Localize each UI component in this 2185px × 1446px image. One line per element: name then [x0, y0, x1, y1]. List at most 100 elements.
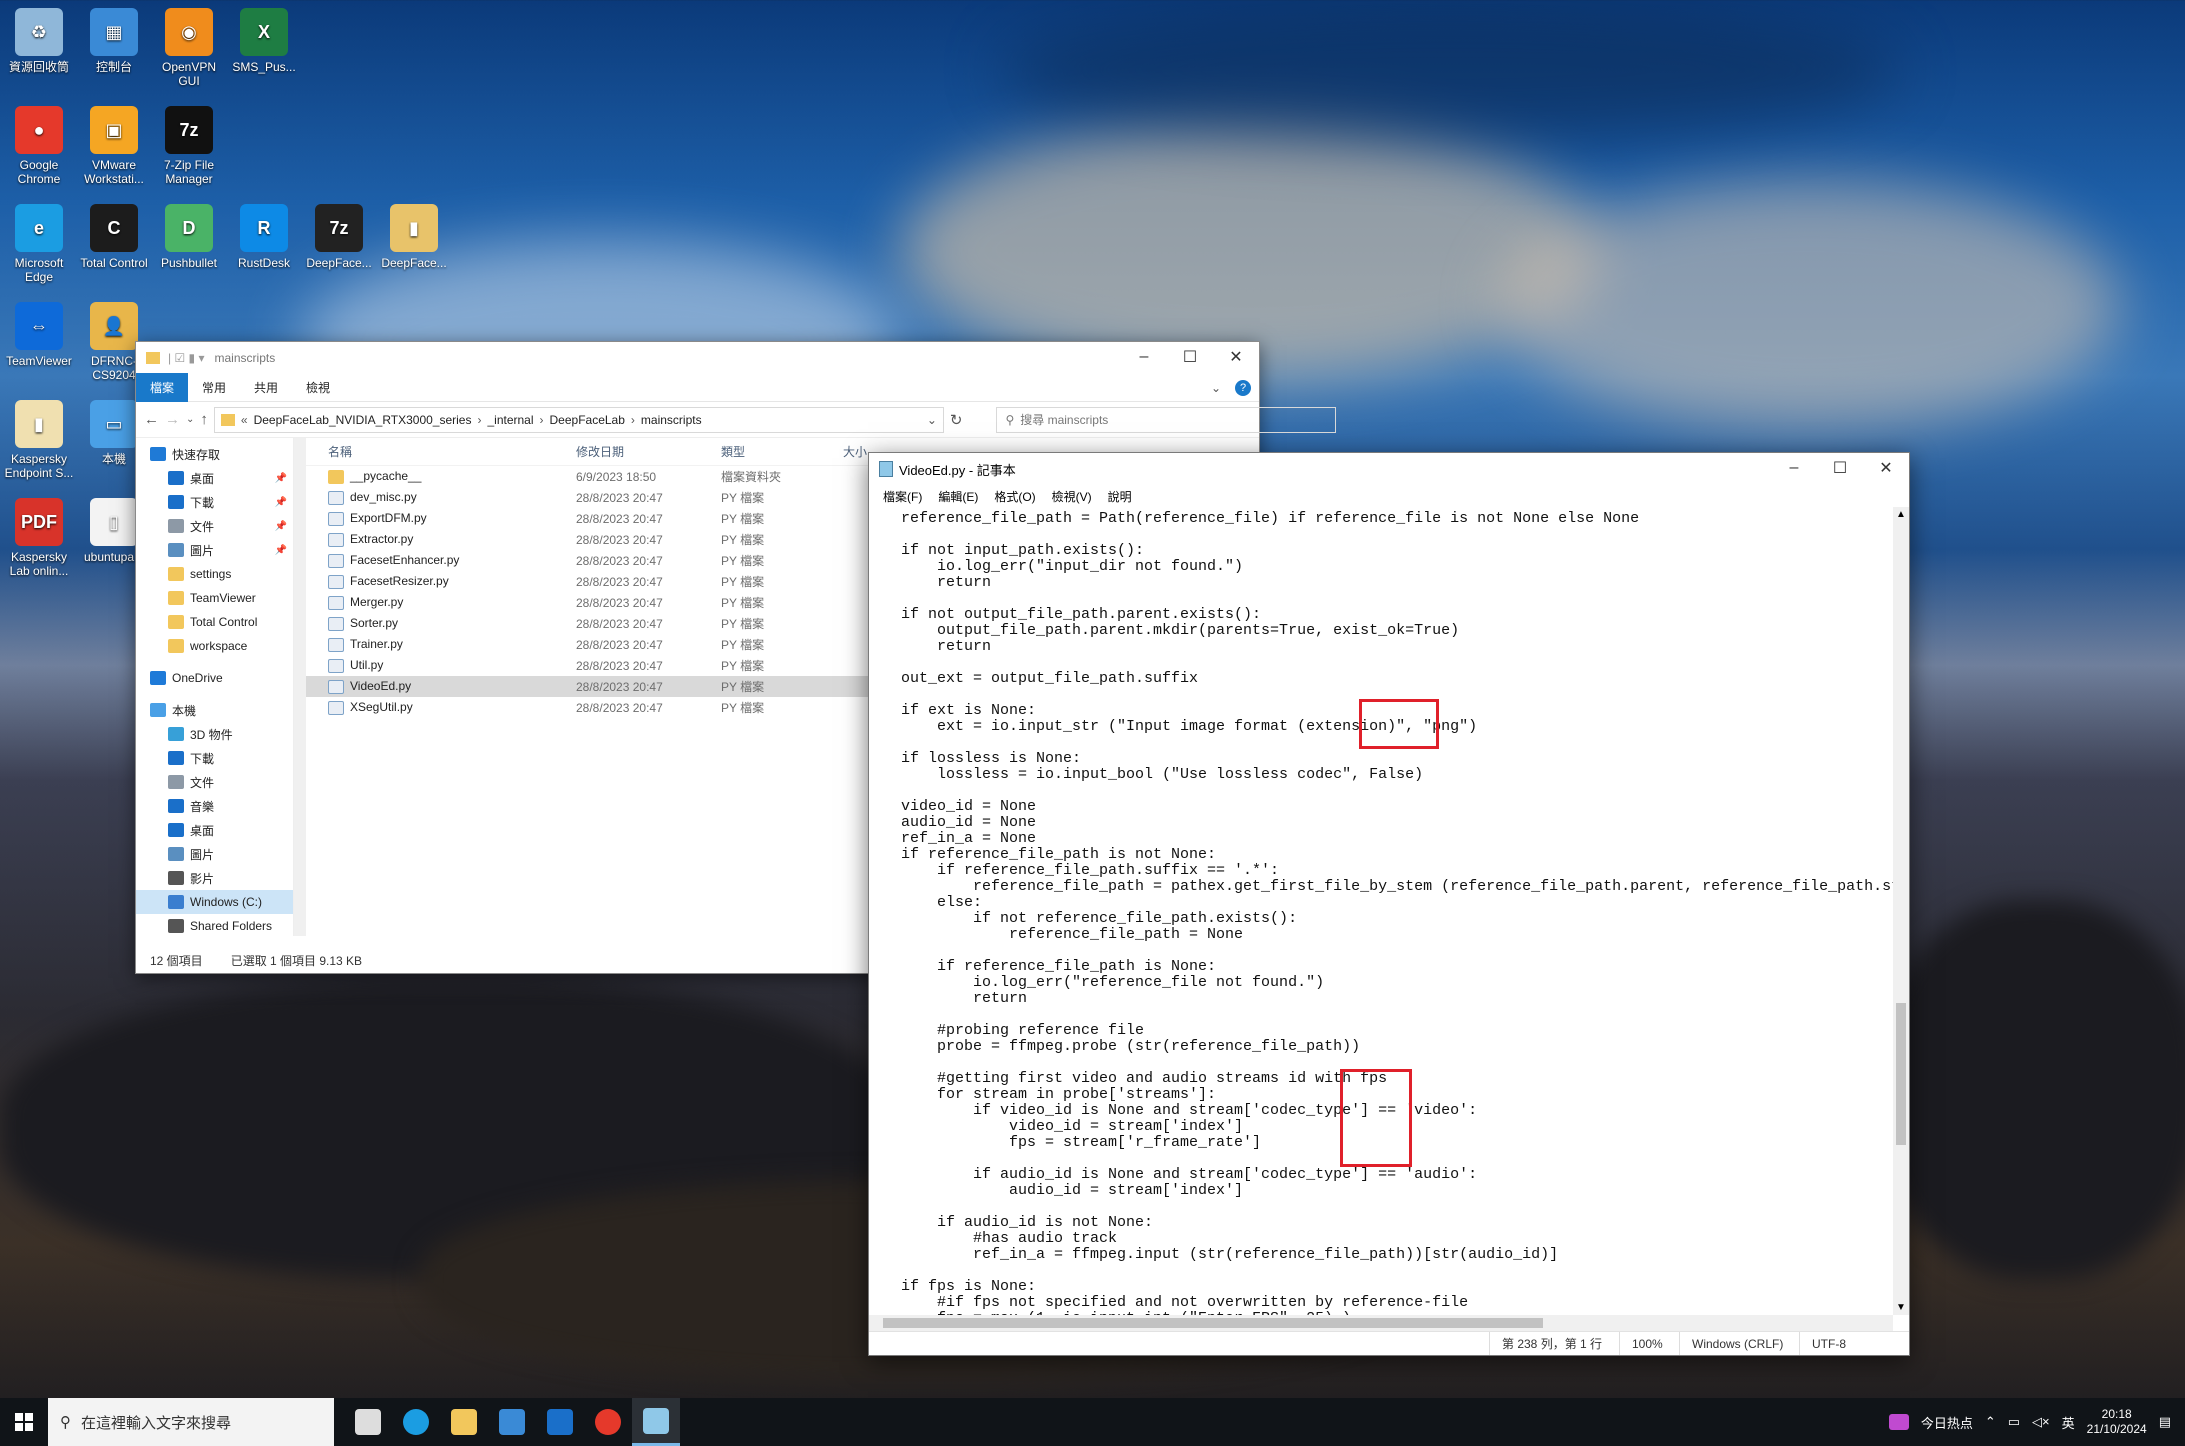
- menu-view[interactable]: 檢視(V): [1044, 488, 1100, 505]
- column-header-name[interactable]: 名稱: [306, 443, 568, 460]
- desktop-icon-kaspersky-lab-onlin[interactable]: PDF Kaspersky Lab onlin...: [2, 498, 76, 578]
- desktop-icon-vmware-workstati[interactable]: ▣ VMware Workstati...: [77, 106, 151, 186]
- news-widget-label[interactable]: 今日热点: [1921, 1413, 1973, 1432]
- breadcrumb-item[interactable]: mainscripts: [641, 413, 702, 427]
- nav-item[interactable]: OneDrive: [136, 666, 293, 690]
- chevron-right-icon[interactable]: ›: [540, 413, 544, 427]
- taskbar-mail[interactable]: [536, 1398, 584, 1446]
- ime-indicator[interactable]: 英: [2062, 1413, 2075, 1432]
- nav-item[interactable]: 文件 📌: [136, 514, 293, 538]
- nav-item[interactable]: 3D 物件: [136, 722, 293, 746]
- desktop-icon-rustdesk[interactable]: R RustDesk: [227, 204, 301, 270]
- taskbar-edge[interactable]: [392, 1398, 440, 1446]
- menu-file[interactable]: 檔案(F): [875, 488, 930, 505]
- vertical-scrollbar[interactable]: ▲ ▼: [1893, 507, 1909, 1315]
- desktop-icon-sms-pus[interactable]: X SMS_Pus...: [227, 8, 301, 74]
- desktop-icon-item[interactable]: ♻ 資源回收筒: [2, 8, 76, 74]
- close-button[interactable]: ✕: [1863, 453, 1909, 483]
- pin-icon[interactable]: 📌: [275, 473, 287, 484]
- desktop-icon-item[interactable]: ▦ 控制台: [77, 8, 151, 74]
- desktop-icon-google-chrome[interactable]: ● Google Chrome: [2, 106, 76, 186]
- address-bar[interactable]: « DeepFaceLab_NVIDIA_RTX3000_series › _i…: [213, 406, 944, 433]
- navigation-scrollbar[interactable]: [294, 438, 306, 936]
- chevron-up-icon[interactable]: ⌃: [1985, 1414, 1996, 1430]
- desktop-icon-kaspersky-endpoint-s[interactable]: ▮ Kaspersky Endpoint S...: [2, 400, 76, 480]
- desktop-icon-total-control[interactable]: C Total Control: [77, 204, 151, 270]
- nav-item[interactable]: 音樂: [136, 794, 293, 818]
- horizontal-scroll-thumb[interactable]: [883, 1318, 1543, 1328]
- text-editor[interactable]: reference_file_path = Path(reference_fil…: [869, 507, 1893, 1316]
- ribbon-tab-share[interactable]: 共用: [240, 373, 292, 402]
- vertical-scroll-thumb[interactable]: [1896, 1003, 1906, 1145]
- explorer-titlebar[interactable]: | ☑ ▮ ▾ mainscripts – ☐ ✕: [136, 342, 1259, 374]
- desktop-icon-teamviewer[interactable]: ⇔ TeamViewer: [2, 302, 76, 368]
- taskbar-file-explorer[interactable]: [440, 1398, 488, 1446]
- address-dropdown-icon[interactable]: ⌄: [927, 413, 937, 427]
- breadcrumb-overflow-icon[interactable]: «: [241, 413, 248, 427]
- ribbon-tab-home[interactable]: 常用: [188, 373, 240, 402]
- breadcrumb-item[interactable]: DeepFaceLab_NVIDIA_RTX3000_series: [254, 413, 472, 427]
- nav-item[interactable]: settings: [136, 562, 293, 586]
- horizontal-scrollbar[interactable]: [869, 1315, 1893, 1331]
- taskbar-chrome[interactable]: [584, 1398, 632, 1446]
- desktop-icon-microsoft-edge[interactable]: e Microsoft Edge: [2, 204, 76, 284]
- forward-arrow-icon[interactable]: →: [165, 411, 180, 428]
- nav-item[interactable]: 文件: [136, 770, 293, 794]
- breadcrumb-item[interactable]: _internal: [487, 413, 533, 427]
- scroll-down-icon[interactable]: ▼: [1896, 1302, 1906, 1313]
- pin-icon[interactable]: 📌: [275, 497, 287, 508]
- breadcrumb-item[interactable]: DeepFaceLab: [550, 413, 625, 427]
- network-icon[interactable]: ▭: [2008, 1414, 2020, 1430]
- nav-item[interactable]: 下載: [136, 746, 293, 770]
- notepad-titlebar[interactable]: VideoEd.py - 記事本 – ☐ ✕: [869, 453, 1909, 485]
- scroll-up-icon[interactable]: ▲: [1896, 509, 1906, 520]
- desktop-icon-pushbullet[interactable]: D Pushbullet: [152, 204, 226, 270]
- taskbar-store[interactable]: [488, 1398, 536, 1446]
- start-button[interactable]: [0, 1398, 48, 1446]
- up-arrow-icon[interactable]: ↑: [200, 411, 208, 428]
- desktop-icon-deepface[interactable]: ▮ DeepFace...: [377, 204, 451, 270]
- pin-icon[interactable]: 📌: [275, 521, 287, 532]
- ribbon-expand-icon[interactable]: ⌄: [1197, 375, 1235, 401]
- help-icon[interactable]: ?: [1235, 379, 1251, 396]
- desktop-icon-deepface[interactable]: 7z DeepFace...: [302, 204, 376, 270]
- nav-item[interactable]: 桌面: [136, 818, 293, 842]
- chevron-right-icon[interactable]: ›: [631, 413, 635, 427]
- nav-item[interactable]: 下載 📌: [136, 490, 293, 514]
- nav-item[interactable]: 本機: [136, 698, 293, 722]
- maximize-button[interactable]: ☐: [1167, 342, 1213, 372]
- news-widget-icon[interactable]: [1888, 1414, 1909, 1430]
- notification-icon[interactable]: ▤: [2159, 1414, 2171, 1430]
- ribbon-tab-file[interactable]: 檔案: [136, 373, 189, 402]
- ribbon-tab-view[interactable]: 檢視: [292, 373, 344, 402]
- menu-format[interactable]: 格式(O): [986, 488, 1043, 505]
- nav-item[interactable]: workspace: [136, 634, 293, 658]
- nav-item[interactable]: 圖片 📌: [136, 538, 293, 562]
- recent-dropdown-icon[interactable]: ⌄: [186, 414, 194, 425]
- maximize-button[interactable]: ☐: [1817, 453, 1863, 483]
- nav-item[interactable]: 圖片: [136, 842, 293, 866]
- menu-help[interactable]: 說明: [1100, 488, 1140, 505]
- nav-item[interactable]: 快速存取: [136, 442, 293, 466]
- nav-item[interactable]: Shared Folders: [136, 914, 293, 936]
- nav-item[interactable]: 影片: [136, 866, 293, 890]
- minimize-button[interactable]: –: [1121, 342, 1167, 372]
- menu-edit[interactable]: 編輯(E): [930, 488, 986, 505]
- nav-item[interactable]: TeamViewer: [136, 586, 293, 610]
- nav-item[interactable]: Total Control: [136, 610, 293, 634]
- desktop-icon-openvpn-gui[interactable]: ◉ OpenVPN GUI: [152, 8, 226, 88]
- clock[interactable]: 20:18 21/10/2024: [2087, 1407, 2147, 1437]
- nav-item[interactable]: 桌面 📌: [136, 466, 293, 490]
- column-header-type[interactable]: 類型: [713, 443, 835, 460]
- back-arrow-icon[interactable]: ←: [144, 411, 159, 428]
- search-input[interactable]: ⚲ 搜尋 mainscripts: [996, 406, 1337, 433]
- nav-item[interactable]: Windows (C:): [136, 890, 293, 914]
- taskbar-task-view[interactable]: [344, 1398, 392, 1446]
- volume-icon[interactable]: ◁×: [2032, 1414, 2050, 1430]
- chevron-right-icon[interactable]: ›: [477, 413, 481, 427]
- refresh-icon[interactable]: ↻: [950, 411, 963, 429]
- pin-icon[interactable]: 📌: [275, 545, 287, 556]
- minimize-button[interactable]: –: [1771, 453, 1817, 483]
- taskbar-search-box[interactable]: ⚲ 在這裡輸入文字來搜尋: [48, 1398, 334, 1446]
- taskbar-notepad[interactable]: [632, 1398, 680, 1446]
